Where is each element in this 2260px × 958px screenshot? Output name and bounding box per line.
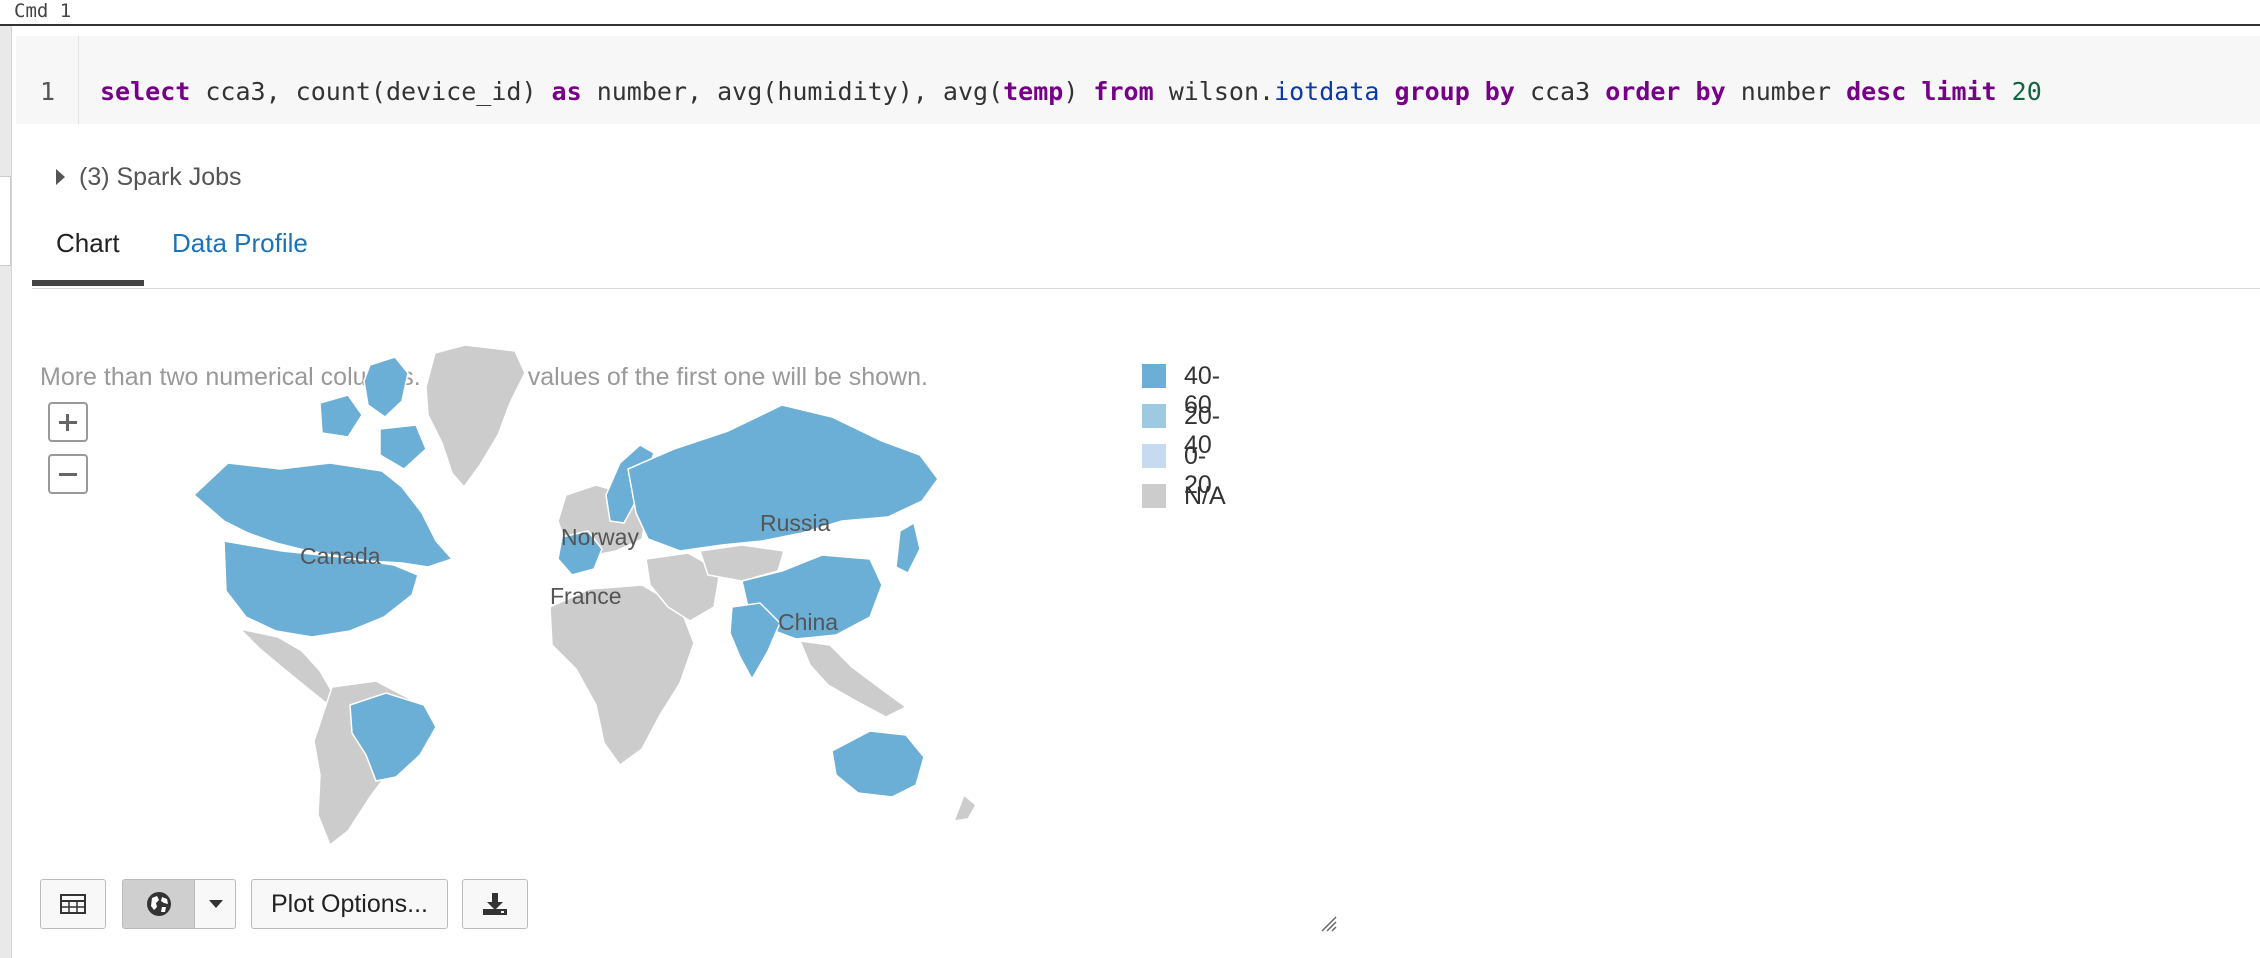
cell-drag-handle[interactable] (0, 176, 11, 266)
code-token: order by (1605, 77, 1726, 106)
code-token: limit (1921, 77, 1997, 106)
cell-title: Cmd 1 (14, 0, 72, 22)
code-token: number (1725, 77, 1847, 106)
legend-swatch (1142, 404, 1166, 428)
code-token: desc (1846, 77, 1907, 106)
chart-type-dropdown[interactable] (194, 879, 236, 929)
code-token: group by (1394, 77, 1515, 106)
code-token: temp (1003, 77, 1064, 106)
map-label-canada: Canada (300, 543, 381, 569)
minus-icon (59, 473, 77, 476)
legend-swatch (1142, 484, 1166, 508)
code-token: ) (1063, 77, 1094, 106)
region-greenland[interactable] (425, 345, 526, 489)
map-label-norway: Norway (561, 524, 639, 550)
spark-jobs-label: (3) Spark Jobs (79, 162, 242, 191)
code-editor[interactable]: 1 select cca3, count(device_id) as numbe… (16, 36, 2260, 124)
resize-handle-icon[interactable] (1320, 915, 1338, 933)
download-icon (483, 893, 507, 915)
region-new-zealand[interactable] (952, 793, 977, 822)
region-southeast-asia[interactable] (798, 640, 908, 718)
cell-header: Cmd 1 (0, 0, 2260, 26)
tab-data-profile[interactable]: Data Profile (172, 228, 308, 259)
legend-swatch (1142, 364, 1166, 388)
download-button[interactable] (462, 879, 528, 929)
plus-icon-vertical (66, 414, 69, 431)
code-token: as (551, 77, 582, 106)
code-line[interactable]: select cca3, count(device_id) as number,… (100, 77, 2042, 106)
map-label-russia: Russia (760, 510, 831, 536)
code-token: from (1093, 77, 1154, 106)
line-gutter: 1 (16, 36, 79, 124)
table-view-button[interactable] (40, 879, 106, 929)
region-australia[interactable] (831, 730, 925, 798)
code-token: select (100, 77, 191, 106)
code-token: number, avg(humidity), avg( (581, 77, 1004, 106)
caret-right-icon (56, 169, 65, 185)
table-icon (60, 894, 86, 914)
map-view-button[interactable] (122, 879, 194, 929)
chevron-down-icon (209, 900, 223, 908)
spark-jobs-toggle[interactable]: (3) Spark Jobs (56, 161, 242, 193)
map-label-china: China (778, 609, 839, 635)
region-canada-islands[interactable] (319, 356, 427, 470)
legend-label: N/A (1184, 482, 1226, 510)
result-tabs: Chart Data Profile (32, 216, 2260, 289)
zoom-out-button[interactable] (48, 454, 88, 494)
region-japan[interactable] (895, 521, 921, 575)
code-token: iotdata (1274, 77, 1380, 106)
cell-left-rail (0, 26, 12, 958)
tab-chart[interactable]: Chart (56, 228, 120, 259)
globe-icon (147, 892, 171, 916)
zoom-in-button[interactable] (48, 402, 88, 442)
legend-swatch (1142, 444, 1166, 468)
code-token: cca3 (1514, 77, 1606, 106)
plot-options-button[interactable]: Plot Options... (251, 879, 448, 929)
active-tab-indicator (32, 280, 144, 286)
map-label-france: France (550, 583, 622, 609)
region-africa[interactable] (549, 584, 695, 767)
code-token: cca3, count(device_id) (190, 77, 552, 106)
line-number: 1 (40, 77, 56, 106)
code-token: 20 (2011, 77, 2042, 106)
region-central-america[interactable] (237, 627, 335, 705)
code-token: wilson. (1153, 77, 1275, 106)
